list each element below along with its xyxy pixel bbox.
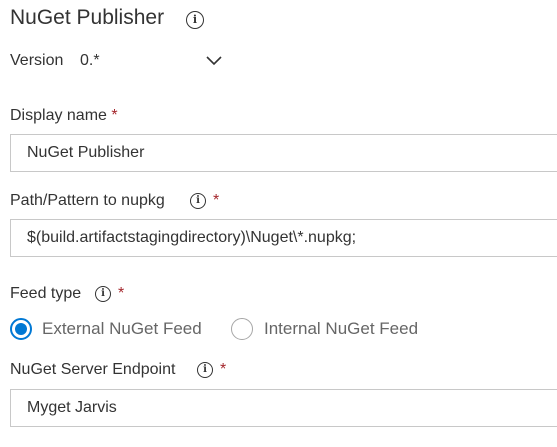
display-name-label-text: Display name: [10, 107, 107, 124]
info-icon[interactable]: i: [197, 362, 213, 378]
radio-external-label: External NuGet Feed: [42, 319, 202, 338]
feed-type-label: Feed type: [10, 285, 82, 302]
radio-unchecked-icon: [231, 318, 253, 340]
info-icon[interactable]: i: [186, 11, 204, 29]
radio-internal-feed[interactable]: Internal NuGet Feed: [231, 317, 431, 341]
path-pattern-input[interactable]: $(build.artifactstagingdirectory)\Nuget\…: [10, 219, 557, 257]
info-icon[interactable]: i: [190, 193, 206, 209]
server-endpoint-select[interactable]: Myget Jarvis: [10, 389, 557, 427]
radio-checked-icon: [10, 318, 32, 340]
display-name-label: Display name *: [10, 107, 118, 125]
page-title: NuGet Publisher: [10, 6, 165, 29]
server-endpoint-label: NuGet Server Endpoint: [10, 361, 176, 378]
version-dropdown[interactable]: 0.*: [80, 50, 230, 74]
version-label: Version: [10, 52, 64, 69]
path-pattern-label: Path/Pattern to nupkg: [10, 192, 165, 209]
radio-internal-label: Internal NuGet Feed: [264, 319, 419, 338]
required-marker: *: [220, 361, 227, 378]
required-marker: *: [111, 107, 118, 124]
chevron-down-icon: [206, 56, 222, 66]
radio-external-feed[interactable]: External NuGet Feed: [10, 317, 210, 341]
display-name-input[interactable]: NuGet Publisher: [10, 134, 557, 172]
version-value: 0.*: [80, 52, 100, 69]
required-marker: *: [118, 285, 125, 302]
info-icon[interactable]: i: [95, 286, 111, 302]
required-marker: *: [213, 192, 220, 209]
